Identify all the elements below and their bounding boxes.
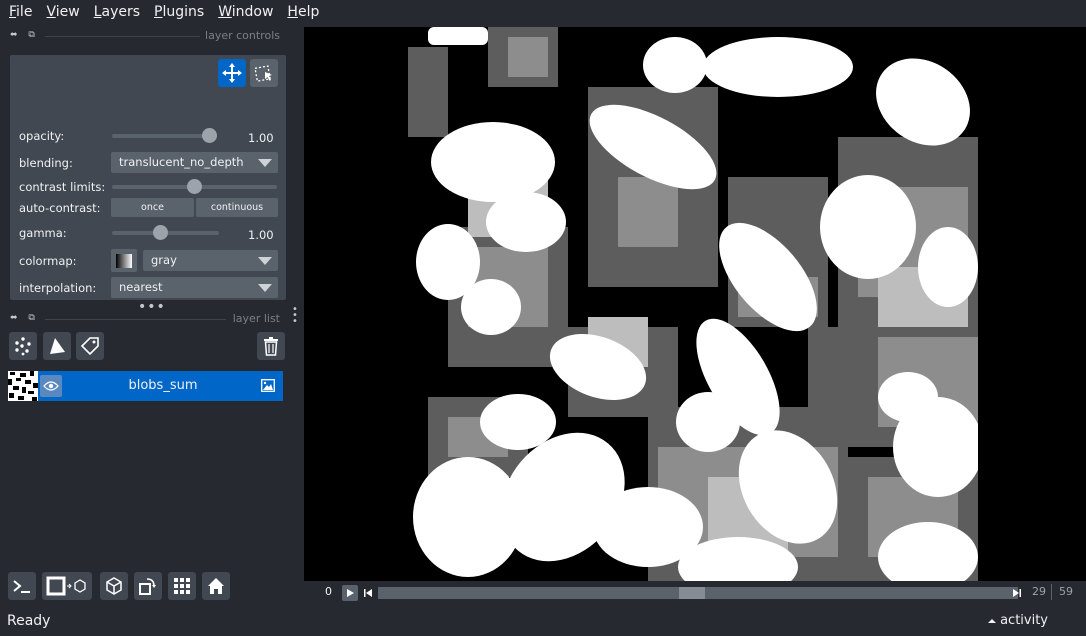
contrast-limits-slider[interactable] bbox=[112, 179, 277, 194]
pan-zoom-button[interactable] bbox=[218, 59, 246, 87]
menu-file[interactable]: File bbox=[4, 0, 37, 24]
new-labels-layer-button[interactable] bbox=[76, 332, 104, 360]
frame-divider bbox=[1051, 584, 1052, 600]
interpolation-value: nearest bbox=[119, 280, 163, 294]
colormap-label: colormap: bbox=[19, 254, 77, 268]
gamma-slider[interactable] bbox=[112, 225, 219, 240]
menu-view[interactable]: View bbox=[41, 0, 84, 24]
total-frames: 59 bbox=[1059, 585, 1073, 598]
play-icon bbox=[347, 589, 354, 597]
titlebar-divider bbox=[45, 36, 200, 37]
layer-row-blobs-sum[interactable]: blobs_sum bbox=[8, 371, 283, 401]
eye-icon bbox=[43, 381, 59, 391]
play-button[interactable] bbox=[342, 585, 358, 601]
transform-button[interactable] bbox=[250, 59, 278, 87]
colormap-preview bbox=[111, 249, 137, 272]
dims-slider-handle[interactable] bbox=[678, 587, 705, 599]
new-shapes-layer-button[interactable] bbox=[43, 332, 71, 360]
2d-3d-toggle-icon bbox=[46, 576, 86, 596]
layer-controls-panel: opacity: 1.00 blending: translucent_no_d… bbox=[10, 55, 286, 300]
colormap-value: gray bbox=[151, 253, 177, 267]
points-icon bbox=[15, 337, 31, 356]
layer-thumbnail-image bbox=[8, 371, 38, 401]
ndisplay-toggle-button[interactable] bbox=[42, 572, 92, 600]
image-layer-icon bbox=[261, 379, 275, 392]
opacity-slider[interactable] bbox=[112, 128, 217, 143]
select-transform-icon bbox=[254, 65, 272, 82]
grid-view-button[interactable] bbox=[168, 572, 196, 600]
skip-forward-icon bbox=[1013, 589, 1021, 597]
blending-value: translucent_no_depth bbox=[119, 155, 244, 169]
menubar: File View Layers Plugins Window Help bbox=[0, 0, 1086, 24]
terminal-icon bbox=[13, 580, 30, 593]
console-button[interactable] bbox=[8, 572, 36, 600]
chevron-down-icon bbox=[258, 257, 272, 265]
move-icon bbox=[222, 63, 242, 83]
current-frame[interactable]: 29 bbox=[1032, 585, 1046, 598]
activity-label: activity bbox=[1000, 613, 1048, 628]
visibility-toggle[interactable] bbox=[40, 375, 62, 397]
left-dock: ⬌ ⧉ layer controls opacity: 1.00 blendin… bbox=[0, 27, 298, 600]
layer-list-title: layer list bbox=[232, 312, 280, 325]
roll-dimensions-button[interactable] bbox=[100, 572, 128, 600]
trash-icon bbox=[264, 337, 278, 356]
gamma-label: gamma: bbox=[19, 226, 67, 240]
dims-slider-track[interactable] bbox=[378, 587, 1018, 599]
rotate-icon bbox=[139, 578, 156, 595]
tag-icon bbox=[80, 337, 99, 356]
gamma-slider-handle[interactable] bbox=[153, 225, 169, 240]
auto-contrast-continuous-button[interactable]: continuous bbox=[196, 198, 278, 217]
opacity-label: opacity: bbox=[19, 129, 65, 143]
titlebar-divider bbox=[45, 319, 226, 320]
delete-layer-button[interactable] bbox=[257, 332, 285, 360]
contrast-limits-handle[interactable] bbox=[187, 179, 202, 194]
layer-name[interactable]: blobs_sum bbox=[68, 378, 258, 393]
opacity-value: 1.00 bbox=[248, 131, 274, 145]
shapes-icon bbox=[50, 338, 65, 354]
auto-contrast-label: auto-contrast: bbox=[19, 201, 101, 215]
chevron-down-icon bbox=[258, 159, 272, 167]
home-icon bbox=[208, 578, 224, 594]
layer-thumbnail bbox=[8, 371, 38, 401]
step-forward-button[interactable] bbox=[1011, 586, 1023, 600]
status-bar: Ready activity bbox=[0, 608, 1086, 636]
menu-plugins[interactable]: Plugins bbox=[149, 0, 209, 24]
chevron-down-icon bbox=[258, 284, 272, 292]
activity-button[interactable]: activity bbox=[987, 613, 1048, 628]
auto-contrast-once-button[interactable]: once bbox=[111, 198, 194, 217]
transpose-button[interactable] bbox=[134, 572, 162, 600]
reset-view-button[interactable] bbox=[202, 572, 230, 600]
gamma-value: 1.00 bbox=[248, 228, 274, 242]
menu-layers[interactable]: Layers bbox=[89, 0, 145, 24]
chevron-up-icon bbox=[988, 618, 997, 623]
blending-label: blending: bbox=[19, 156, 73, 170]
blending-select[interactable]: translucent_no_depth bbox=[111, 152, 278, 173]
blobs-image bbox=[408, 27, 978, 581]
opacity-slider-handle[interactable] bbox=[202, 128, 217, 143]
gray-gradient-swatch bbox=[116, 253, 132, 268]
interpolation-select[interactable]: nearest bbox=[111, 277, 278, 298]
cube-icon bbox=[106, 577, 122, 595]
colormap-select[interactable]: gray bbox=[143, 250, 278, 271]
interpolation-label: interpolation: bbox=[19, 281, 97, 295]
dims-slider-row: 0 29 59 bbox=[304, 584, 1086, 602]
dock-float-icon[interactable]: ⬌ ⧉ bbox=[10, 30, 39, 40]
status-text: Ready bbox=[7, 613, 51, 629]
menu-help[interactable]: Help bbox=[282, 0, 324, 24]
viewer-buttons bbox=[8, 572, 236, 600]
dock-float-icon[interactable]: ⬌ ⧉ bbox=[10, 313, 39, 323]
skip-back-icon bbox=[364, 589, 372, 597]
new-points-layer-button[interactable] bbox=[9, 332, 37, 360]
viewer-canvas[interactable] bbox=[304, 27, 1086, 581]
layer-list-titlebar: ⬌ ⧉ layer list bbox=[0, 311, 286, 327]
menu-window[interactable]: Window bbox=[213, 0, 278, 24]
layer-controls-titlebar: ⬌ ⧉ layer controls bbox=[0, 28, 286, 44]
step-back-button[interactable] bbox=[362, 586, 374, 600]
more-options-icon[interactable]: • • • bbox=[292, 305, 298, 327]
dims-axis-index[interactable]: 0 bbox=[325, 585, 332, 598]
grid-icon bbox=[174, 578, 190, 594]
contrast-limits-label: contrast limits: bbox=[19, 180, 106, 194]
layer-controls-title: layer controls bbox=[205, 29, 280, 42]
